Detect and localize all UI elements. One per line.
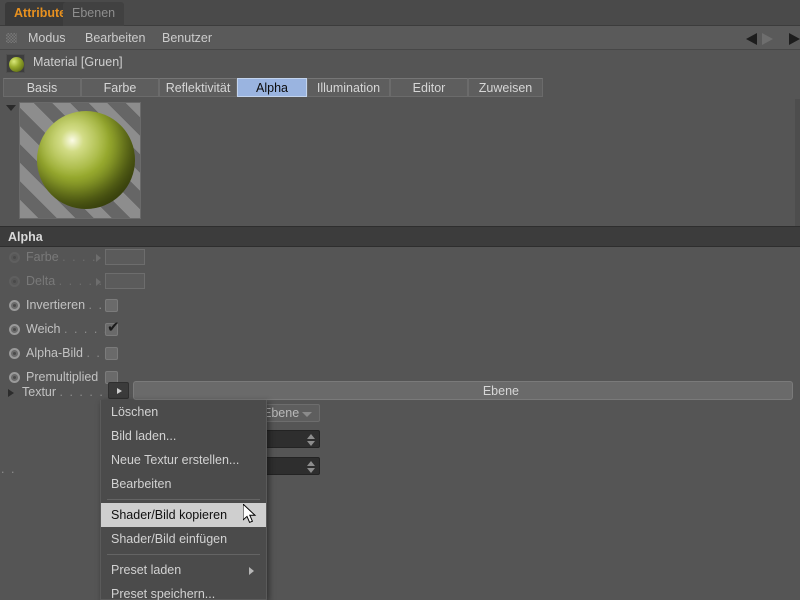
label-dots: . . . . . . [59, 385, 115, 399]
material-preview-swatch[interactable] [19, 102, 141, 219]
color-field-farbe[interactable] [105, 249, 145, 265]
tab-farbe[interactable]: Farbe [81, 78, 159, 97]
page-title: Material [Gruen] [33, 55, 123, 69]
texture-shader-field[interactable]: Ebene [133, 381, 793, 400]
menu-modus[interactable]: Modus [22, 26, 72, 50]
label-dots: . . [86, 346, 102, 360]
label-dots: . . [1, 462, 16, 476]
checkbox-alpha-bild[interactable] [105, 347, 118, 360]
property-label-invertieren: Invertieren . . [26, 298, 104, 312]
menu-benutzer[interactable]: Benutzer [156, 26, 218, 50]
expander-arrow-icon[interactable] [96, 278, 101, 286]
triangle-down-icon[interactable] [6, 105, 16, 111]
tab-illumination[interactable]: Illumination [307, 78, 390, 97]
animation-dot-icon[interactable] [9, 324, 20, 335]
material-sphere-glyph [9, 57, 24, 72]
panel-right-edge [795, 99, 800, 226]
menu-item-loeschen[interactable]: Löschen [101, 400, 266, 424]
window-tab-strip: Attribute Ebenen [0, 0, 800, 26]
checkbox-weich[interactable]: ✔ [105, 319, 120, 336]
texture-shader-value: Ebene [482, 384, 519, 398]
material-sphere-icon[interactable] [6, 54, 25, 73]
animation-dot-icon[interactable] [9, 252, 20, 263]
property-row-weich: Weich . . . . . . ✔ [0, 319, 800, 340]
group-header-alpha: Alpha [0, 226, 800, 247]
menu-item-shader-bild-kopieren[interactable]: Shader/Bild kopieren [101, 503, 266, 527]
grip-dots-icon[interactable] [6, 33, 17, 43]
property-row-farbe: Farbe . . . . [0, 247, 800, 268]
menu-separator [107, 499, 260, 500]
animation-dot-icon[interactable] [9, 276, 20, 287]
property-label-alpha-bild: Alpha-Bild . . [26, 346, 102, 360]
group-header-label: Alpha [8, 230, 43, 244]
property-label-textur: Textur . . . . . . [22, 385, 115, 399]
menu-item-bild-laden[interactable]: Bild laden... [101, 424, 266, 448]
tab-basis[interactable]: Basis [3, 78, 81, 97]
tab-zuweisen[interactable]: Zuweisen [468, 78, 543, 97]
triangle-right-edge-icon[interactable] [789, 33, 800, 45]
tab-alpha[interactable]: Alpha [237, 78, 307, 97]
triangle-left-icon[interactable] [746, 33, 757, 45]
property-row-invertieren: Invertieren . . [0, 295, 800, 316]
menu-item-shader-bild-einfuegen[interactable]: Shader/Bild einfügen [101, 527, 266, 551]
property-list: Farbe . . . . Delta . . . . . Invertiere… [0, 247, 800, 397]
expander-arrow-icon[interactable] [96, 254, 101, 262]
spinner-up-down-icon[interactable] [307, 461, 315, 473]
label-dots: . . . . [62, 250, 97, 264]
property-row-delta: Delta . . . . . [0, 271, 800, 292]
chevron-down-icon [302, 412, 312, 417]
triangle-right-icon[interactable] [762, 33, 773, 45]
menu-item-neue-textur-erstellen[interactable]: Neue Textur erstellen... [101, 448, 266, 472]
color-field-delta[interactable] [105, 273, 145, 289]
label-dots: . . [88, 298, 104, 312]
mouse-pointer-icon [242, 502, 259, 529]
menu-bearbeiten[interactable]: Bearbeiten [79, 26, 151, 50]
submenu-arrow-icon [249, 567, 254, 575]
animation-dot-icon[interactable] [9, 348, 20, 359]
menu-separator [107, 554, 260, 555]
check-mark-icon: ✔ [107, 319, 120, 336]
animation-dot-icon[interactable] [9, 300, 20, 311]
menu-item-preset-speichern[interactable]: Preset speichern... [101, 582, 266, 600]
menu-item-preset-laden-label: Preset laden [111, 563, 182, 577]
tab-ebenen[interactable]: Ebenen [63, 2, 125, 26]
texture-context-menu: Löschen Bild laden... Neue Textur erstel… [100, 400, 267, 600]
material-preview-pane [0, 99, 800, 226]
property-label-farbe: Farbe . . . . [26, 250, 97, 264]
preview-sphere-glyph [37, 111, 135, 209]
checkbox-invertieren[interactable] [105, 299, 118, 312]
object-header: Material [Gruen] [0, 50, 800, 77]
attribute-manager-window: Attribute Ebenen Modus Bearbeiten Benutz… [0, 0, 800, 600]
mix-mode-value: Ebene [263, 406, 300, 420]
triangle-right-icon [117, 388, 122, 394]
tab-editor[interactable]: Editor [390, 78, 468, 97]
triangle-right-icon[interactable] [8, 389, 14, 397]
tab-reflektivitaet[interactable]: Reflektivität [159, 78, 237, 97]
property-row-alpha-bild: Alpha-Bild . . [0, 343, 800, 364]
texture-menu-button[interactable] [108, 382, 129, 399]
property-label-delta: Delta . . . . . [26, 274, 104, 288]
menu-item-bearbeiten[interactable]: Bearbeiten [101, 472, 266, 496]
menu-item-preset-laden[interactable]: Preset laden [101, 558, 266, 582]
property-tab-bar: Basis Farbe Reflektivität Alpha Illumina… [0, 78, 800, 99]
menu-bar: Modus Bearbeiten Benutzer [0, 26, 800, 50]
spinner-up-down-icon[interactable] [307, 434, 315, 446]
